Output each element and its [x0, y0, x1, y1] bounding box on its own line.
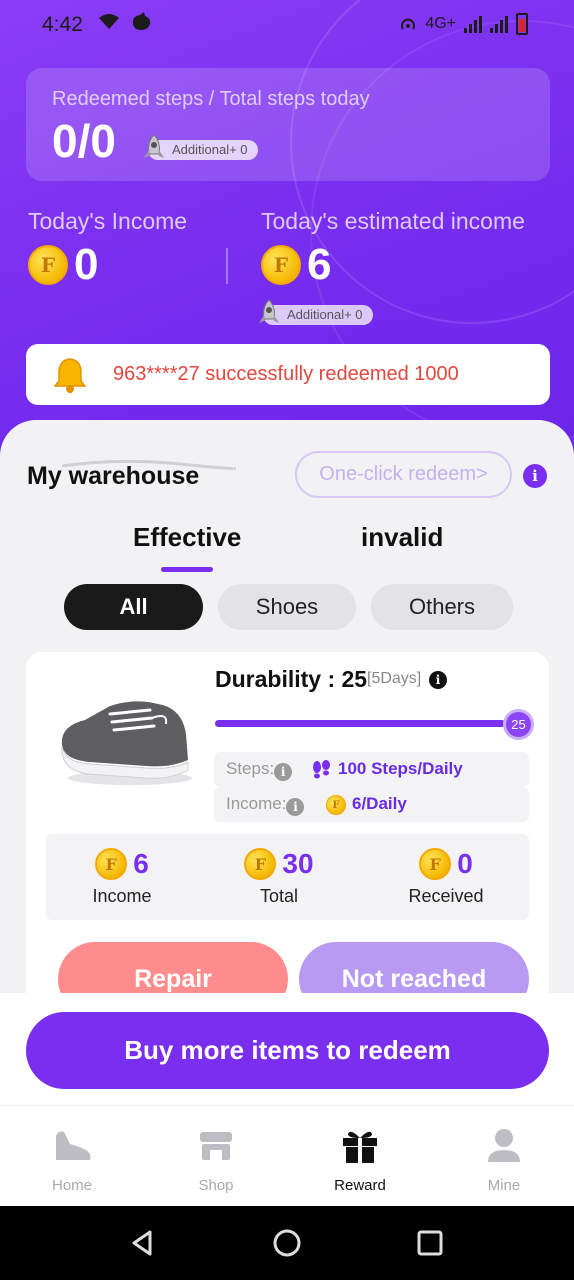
steps-spec-row: Steps: i 100 Steps/Daily — [214, 752, 529, 787]
status-time: 4:42 — [42, 13, 83, 36]
coin-icon: F — [95, 848, 128, 880]
user-icon — [488, 1129, 520, 1162]
stat-total: F 30 Total — [234, 834, 324, 907]
durability-label: Durability : 25 — [215, 666, 368, 692]
durability-days: [5Days] — [367, 670, 422, 687]
coin-icon: F — [419, 848, 452, 880]
today-income-value: 0 — [74, 240, 99, 289]
coin-icon: F — [326, 795, 346, 815]
footprints-icon — [313, 760, 330, 779]
income-stats: F6 Income F 30 Total F0 Received — [46, 834, 529, 920]
tab-effective[interactable]: Effective — [133, 522, 241, 553]
bell-icon — [53, 358, 87, 393]
nav-mine[interactable]: Mine — [454, 1118, 554, 1194]
active-tab-indicator — [161, 567, 213, 572]
redeem-notice: 963****27 successfully redeemed 1000 — [26, 344, 550, 405]
rocket-icon — [259, 299, 279, 323]
home-icon[interactable] — [272, 1228, 302, 1258]
rocket-icon — [144, 134, 164, 158]
nav-reward[interactable]: Reward — [310, 1118, 410, 1194]
filter-others[interactable]: Others — [371, 584, 513, 630]
tab-invalid[interactable]: invalid — [361, 522, 443, 553]
steps-card: Redeemed steps / Total steps today 0/0 A… — [26, 68, 550, 181]
estimated-income: Today's estimated income F 6 — [261, 208, 525, 287]
system-nav-bar — [0, 1206, 574, 1280]
gift-icon — [343, 1131, 377, 1163]
nav-home[interactable]: Home — [22, 1118, 122, 1194]
filter-shoes[interactable]: Shoes — [218, 584, 356, 630]
steps-value: 0/0 — [52, 115, 116, 167]
income-spec-label: Income: — [226, 794, 287, 813]
income-spec-value: 6/Daily — [352, 794, 407, 813]
durability-knob: 25 — [503, 709, 534, 740]
info-icon[interactable]: i — [523, 464, 547, 488]
stat-income: F6 Income — [92, 848, 152, 906]
additional-badge: Additional+ 0 — [259, 299, 373, 325]
coin-icon: F — [28, 245, 68, 285]
store-icon — [200, 1132, 232, 1160]
divider — [226, 248, 228, 284]
wifi-icon — [99, 14, 119, 29]
warehouse-title: My warehouse — [27, 462, 200, 490]
network-type: 4G+ — [425, 15, 456, 32]
nav-shop[interactable]: Shop — [166, 1118, 266, 1194]
estimated-income-label: Today's estimated income — [261, 208, 525, 234]
coin-icon: F — [261, 245, 301, 285]
app-notification-icon — [132, 12, 151, 30]
today-income-label: Today's Income — [28, 208, 188, 234]
notice-text: 963****27 successfully redeemed 1000 — [113, 363, 459, 385]
signal-icon — [490, 15, 508, 33]
steps-spec-value: 100 Steps/Daily — [338, 759, 463, 778]
info-icon[interactable]: i — [286, 798, 305, 816]
buy-more-button[interactable]: Buy more items to redeem — [26, 1012, 549, 1089]
signal-icon — [464, 15, 482, 33]
additional-badge: Additional+ 0 — [144, 134, 258, 160]
battery-icon — [516, 13, 528, 35]
steps-spec-label: Steps: — [226, 759, 275, 778]
estimated-income-value: 6 — [307, 240, 332, 289]
recents-icon[interactable] — [415, 1228, 445, 1258]
one-click-redeem-button[interactable]: One-click redeem> — [295, 451, 512, 498]
steps-label: Redeemed steps / Total steps today — [52, 88, 370, 110]
durability-bar — [215, 720, 517, 727]
income-spec-row: Income: i F 6/Daily — [214, 787, 529, 822]
status-bar: 4:42 4G+ — [0, 0, 574, 50]
info-icon[interactable]: i — [429, 671, 447, 689]
durability-bar-fill — [215, 720, 505, 727]
hotspot-icon — [401, 18, 416, 30]
filter-all[interactable]: All — [64, 584, 203, 630]
shoe-icon — [56, 1131, 91, 1160]
today-income: Today's Income F 0 — [28, 208, 187, 287]
shoe-image — [61, 701, 192, 785]
stat-received: F0 Received — [408, 848, 484, 906]
coin-icon: F — [244, 848, 277, 880]
info-icon[interactable]: i — [274, 763, 293, 781]
back-icon[interactable] — [128, 1228, 158, 1258]
